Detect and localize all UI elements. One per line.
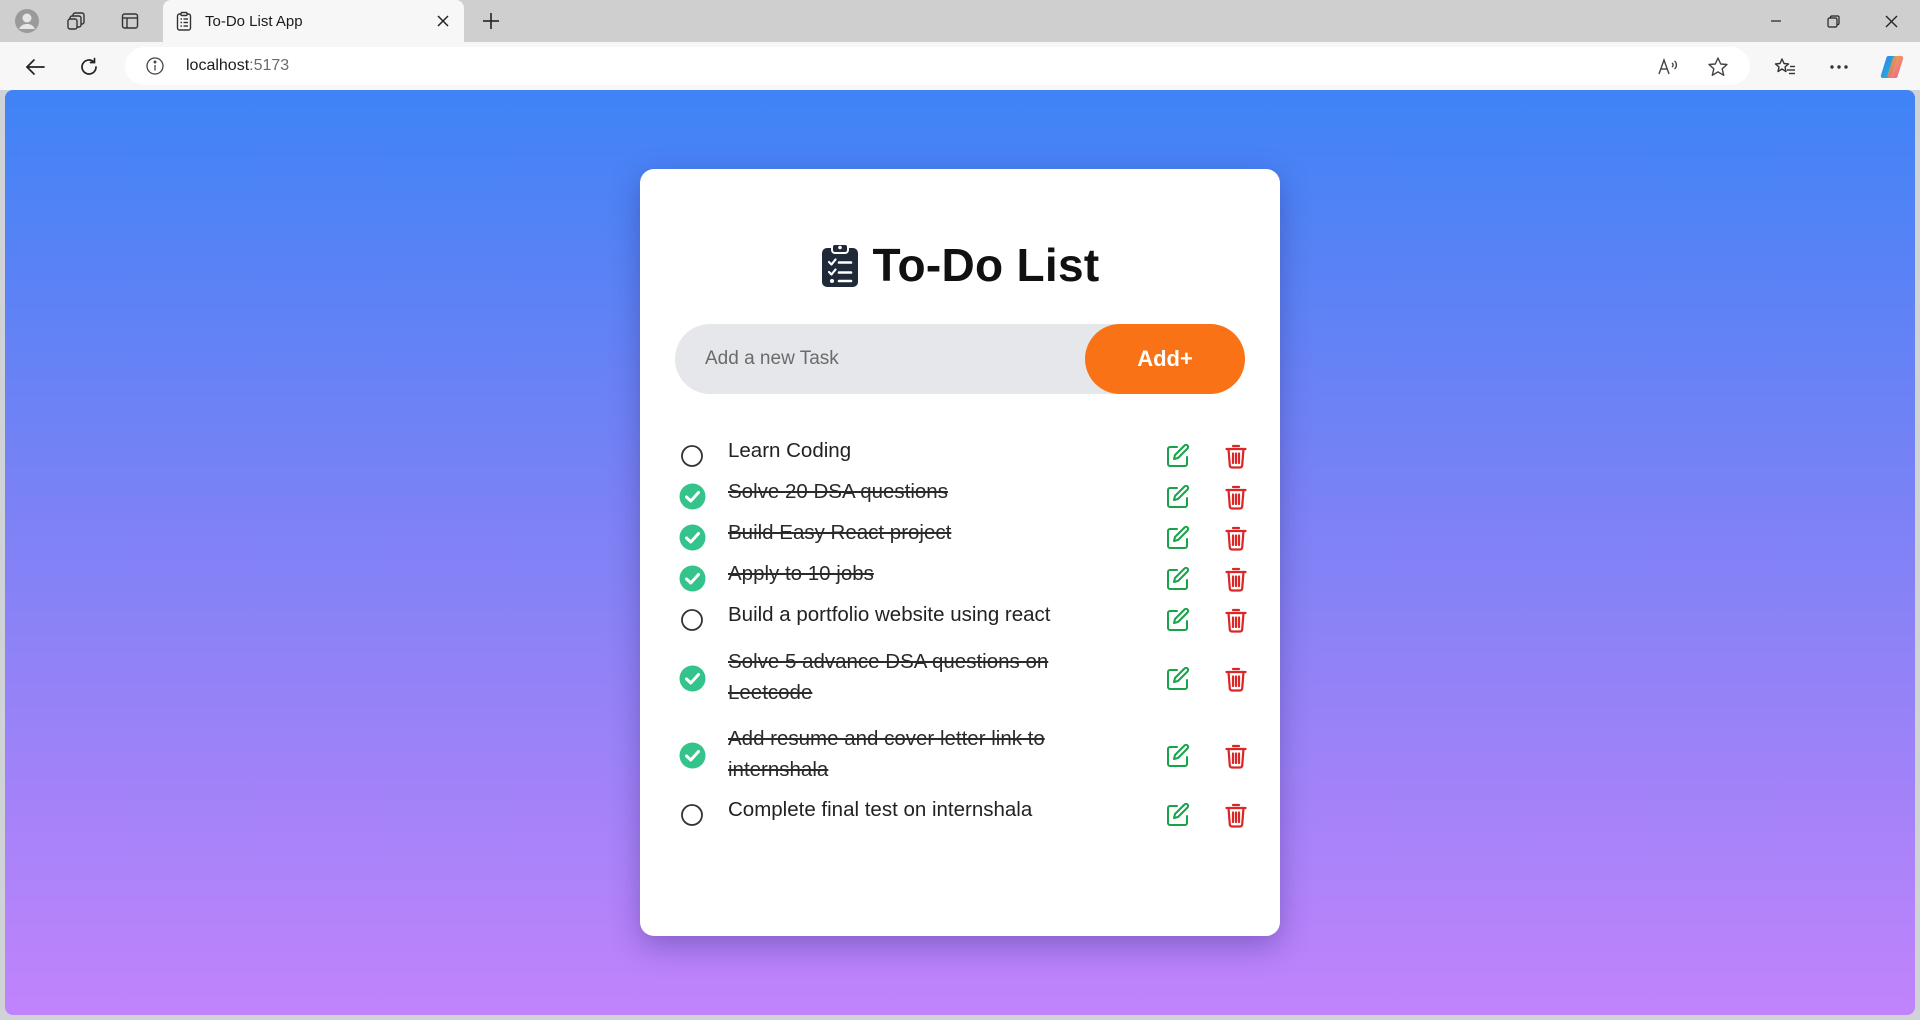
task-text: Learn Coding: [728, 439, 852, 462]
favorites-icon[interactable]: [1769, 51, 1801, 83]
edit-icon[interactable]: [1163, 605, 1193, 635]
task-unchecked-icon[interactable]: [677, 605, 707, 635]
edit-icon[interactable]: [1163, 664, 1193, 694]
delete-icon[interactable]: [1221, 523, 1251, 553]
new-tab-icon[interactable]: [477, 7, 505, 35]
site-info-icon[interactable]: [145, 56, 165, 76]
browser-tab[interactable]: To-Do List App: [163, 0, 464, 42]
task-row: Add resume and cover letter link to inte…: [675, 722, 1247, 799]
task-unchecked-icon[interactable]: [677, 800, 707, 830]
task-row: Learn Coding: [675, 439, 1247, 481]
copilot-icon[interactable]: [1876, 51, 1908, 83]
tab-bar: To-Do List App: [0, 0, 1920, 42]
task-input[interactable]: [675, 324, 1095, 394]
close-tab-icon[interactable]: [432, 10, 454, 32]
workspaces-icon[interactable]: [63, 7, 91, 35]
task-checked-icon[interactable]: [677, 564, 707, 594]
delete-icon[interactable]: [1221, 741, 1251, 771]
delete-icon[interactable]: [1221, 800, 1251, 830]
page-title: To-Do List: [872, 239, 1100, 291]
url-text[interactable]: localhost:5173: [186, 57, 289, 75]
task-list: Learn Coding Solve 20 DSA questions Build …: [675, 439, 1247, 840]
task-text: Build Easy React project: [728, 521, 952, 544]
clipboard-list-icon: [821, 243, 858, 287]
edit-icon[interactable]: [1163, 441, 1193, 471]
task-checked-icon[interactable]: [677, 741, 707, 771]
back-arrow-icon[interactable]: [19, 51, 51, 83]
delete-icon[interactable]: [1221, 441, 1251, 471]
task-row: Solve 5 advance DSA questions on Leetcod…: [675, 645, 1247, 722]
task-text: Build a portfolio website using react: [728, 603, 1051, 626]
task-text: Apply to 10 jobs: [728, 562, 874, 585]
edit-icon[interactable]: [1163, 523, 1193, 553]
task-unchecked-icon[interactable]: [677, 441, 707, 471]
task-text: Solve 5 advance DSA questions on Leetcod…: [728, 649, 1049, 704]
tab-title: To-Do List App: [205, 13, 303, 30]
task-text: Add resume and cover letter link to inte…: [728, 726, 1045, 781]
address-bar[interactable]: localhost:5173: [125, 47, 1750, 85]
task-row: Build a portfolio website using react: [675, 603, 1247, 645]
add-button[interactable]: Add+: [1085, 324, 1245, 394]
add-task-form: Add+: [675, 324, 1245, 394]
browser-toolbar: localhost:5173: [0, 42, 1920, 90]
clipboard-favicon-icon: [176, 11, 192, 31]
delete-icon[interactable]: [1221, 605, 1251, 635]
task-checked-icon[interactable]: [677, 523, 707, 553]
task-row: Solve 20 DSA questions: [675, 480, 1247, 522]
vertical-tabs-icon[interactable]: [116, 7, 144, 35]
edit-icon[interactable]: [1163, 741, 1193, 771]
edit-icon[interactable]: [1163, 482, 1193, 512]
close-window-icon[interactable]: [1868, 6, 1914, 36]
read-aloud-icon[interactable]: [1655, 54, 1681, 80]
refresh-icon[interactable]: [73, 51, 105, 83]
task-row: Complete final test on internshala: [675, 798, 1247, 840]
task-text: Complete final test on internshala: [728, 798, 1033, 821]
task-checked-icon[interactable]: [677, 482, 707, 512]
delete-icon[interactable]: [1221, 664, 1251, 694]
restore-icon[interactable]: [1810, 6, 1856, 36]
task-text: Solve 20 DSA questions: [728, 480, 948, 503]
minimize-icon[interactable]: [1753, 6, 1799, 36]
task-row: Apply to 10 jobs: [675, 562, 1247, 604]
page-viewport: To-Do List Add+ Learn Coding Solve 20 DSA…: [5, 90, 1915, 1015]
more-options-icon[interactable]: [1823, 51, 1855, 83]
edit-icon[interactable]: [1163, 800, 1193, 830]
favorite-star-icon[interactable]: [1705, 54, 1731, 80]
profile-icon[interactable]: [13, 7, 41, 35]
task-checked-icon[interactable]: [677, 664, 707, 694]
task-row: Build Easy React project: [675, 521, 1247, 563]
app-heading: To-Do List: [640, 235, 1280, 295]
todo-card: To-Do List Add+ Learn Coding Solve 20 DSA…: [640, 169, 1280, 936]
delete-icon[interactable]: [1221, 564, 1251, 594]
delete-icon[interactable]: [1221, 482, 1251, 512]
edit-icon[interactable]: [1163, 564, 1193, 594]
